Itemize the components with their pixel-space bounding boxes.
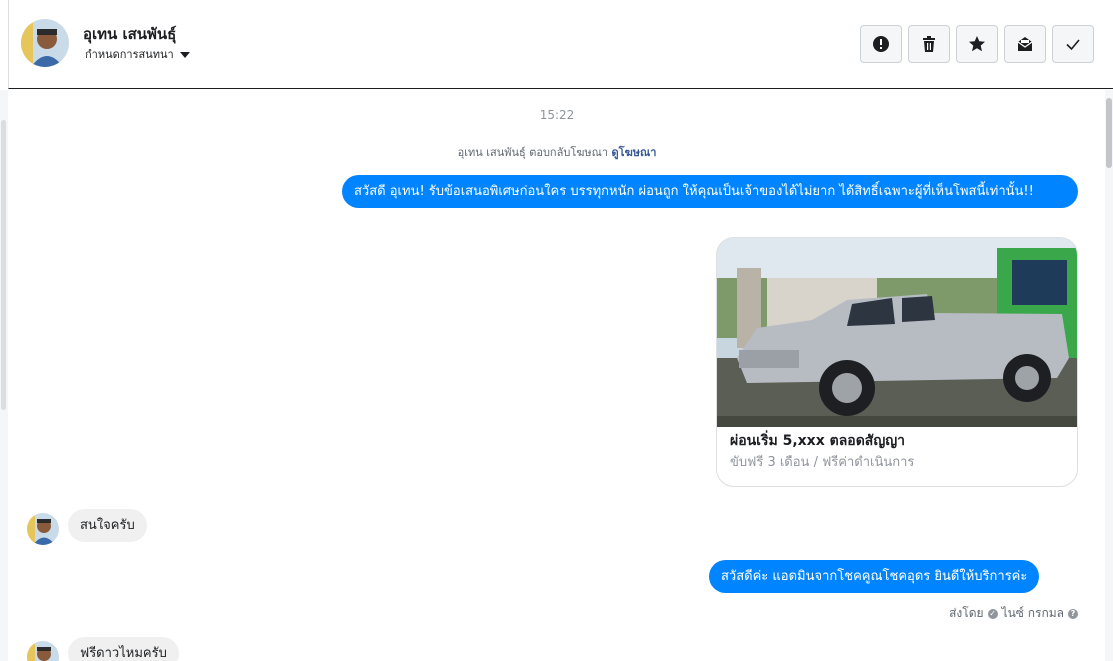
message-thread: 15:22 อุเทน เสนพันธุ์ ตอบกลับโฆษณา ดูโฆษ… [9, 90, 1105, 661]
sent-by-info: ส่งโดย ✓ ไนซ์ กรกมล ? [949, 604, 1078, 623]
delete-button[interactable] [908, 25, 950, 63]
sent-by-label: ส่งโดย [949, 606, 984, 620]
star-button[interactable] [956, 25, 998, 63]
ad-reply-note: อุเทน เสนพันธุ์ ตอบกลับโฆษณา ดูโฆษณา [9, 143, 1105, 161]
mark-unread-button[interactable] [1004, 25, 1046, 63]
outgoing-message: สวัสดีค่ะ แอดมินจากโชคคูณโชคอุดร ยินดีให… [709, 560, 1040, 593]
trash-icon [923, 36, 935, 52]
check-icon [1066, 39, 1080, 51]
left-scroll-thumb[interactable] [1, 120, 6, 410]
verified-icon: ✓ [987, 608, 998, 619]
assign-label: กำหนดการสนทนา [85, 48, 174, 61]
contact-avatar[interactable] [21, 19, 69, 67]
thread-timestamp: 15:22 [539, 108, 575, 122]
caret-down-icon [179, 51, 190, 58]
conversation-actions [860, 25, 1094, 63]
help-icon[interactable]: ? [1068, 608, 1078, 619]
incoming-message: สนใจครับ [68, 509, 147, 542]
conversation-header: อุเทน เสนพันธุ์ กำหนดการสนทนา [8, 0, 1113, 89]
exclamation-icon [873, 36, 889, 52]
contact-name[interactable]: อุเทน เสนพันธุ์ [83, 22, 176, 46]
contact-avatar-small[interactable] [27, 641, 59, 661]
ad-card-subtitle: ขับฟรี 3 เดือน / ฟรีค่าดำเนินการ [730, 455, 915, 470]
incoming-message: ฟรีดาวไหมครับ [68, 637, 179, 661]
outgoing-message: สวัสดี อุเทน! รับข้อเสนอพิเศษก่อนใคร บรร… [342, 175, 1078, 208]
mark-spam-button[interactable] [860, 25, 902, 63]
ad-reply-text: อุเทน เสนพันธุ์ ตอบกลับโฆษณา [457, 146, 612, 159]
ad-card-image [717, 238, 1077, 427]
view-ad-link[interactable]: ดูโฆษณา [612, 146, 657, 159]
agent-name: ไนซ์ กรกมล [1001, 606, 1064, 620]
envelope-icon [1017, 37, 1033, 51]
thread-scrollbar[interactable] [1105, 90, 1113, 661]
mark-done-button[interactable] [1052, 25, 1094, 63]
star-icon [969, 36, 985, 52]
left-panel-scrollbar[interactable] [0, 90, 8, 661]
ad-card-title: ผ่อนเริ่ม 5,xxx ตลอดสัญญา [730, 433, 906, 449]
thread-scroll-thumb[interactable] [1106, 98, 1112, 168]
contact-avatar-small[interactable] [27, 513, 59, 545]
assign-conversation-dropdown[interactable]: กำหนดการสนทนา [85, 45, 190, 63]
ad-card[interactable]: ผ่อนเริ่ม 5,xxx ตลอดสัญญา ขับฟรี 3 เดือน… [716, 237, 1078, 487]
